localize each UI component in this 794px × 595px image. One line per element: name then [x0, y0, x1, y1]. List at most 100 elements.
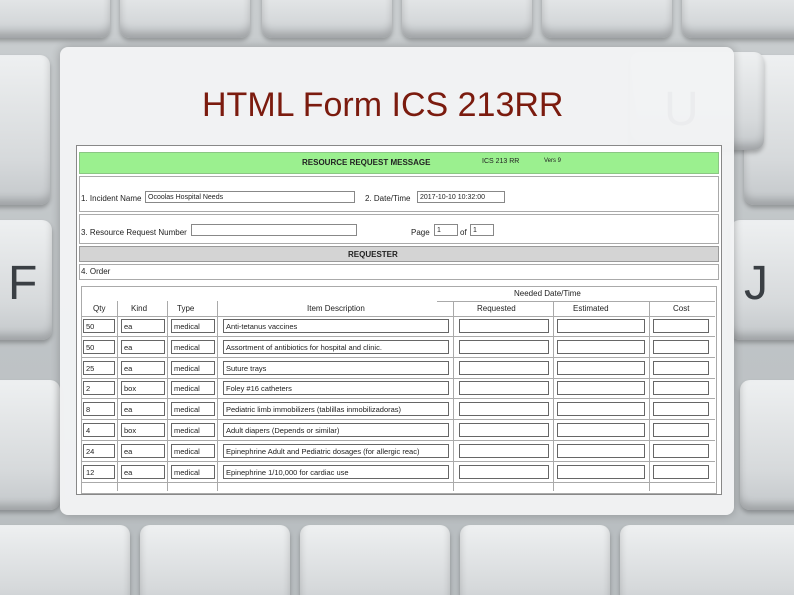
description-cell[interactable]: Adult diapers (Depends or similar): [223, 423, 449, 437]
row-divider: [81, 460, 715, 462]
estimated-cell[interactable]: [557, 423, 645, 437]
date-time-label: 2. Date/Time: [365, 194, 411, 203]
request-number-field[interactable]: [191, 224, 357, 236]
qty-cell[interactable]: 2: [83, 381, 115, 396]
incident-name-label: 1. Incident Name: [81, 194, 142, 203]
keyboard-key: [140, 525, 290, 595]
kind-cell[interactable]: ea: [121, 360, 165, 375]
keyboard-key: [682, 0, 794, 38]
incident-name-field[interactable]: Ocoolas Hospital Needs: [145, 191, 355, 203]
requested-cell[interactable]: [459, 360, 549, 375]
cost-cell[interactable]: [653, 402, 709, 417]
row-divider: [81, 440, 715, 441]
keyboard-key: [0, 0, 110, 38]
col-header-requested: Requested: [477, 304, 516, 313]
estimated-cell[interactable]: [557, 339, 645, 354]
kind-cell[interactable]: box: [121, 381, 165, 396]
order-label: 4. Order: [81, 267, 111, 276]
type-cell[interactable]: medical: [171, 402, 215, 417]
keyboard-key: [740, 380, 794, 510]
col-header-cost: Cost: [673, 304, 690, 313]
page-label: Page: [411, 228, 430, 237]
qty-cell[interactable]: 24: [83, 443, 115, 458]
table-divider: [81, 316, 715, 317]
type-cell[interactable]: medical: [171, 360, 215, 375]
table-divider: [217, 301, 218, 491]
form-header-bar: RESOURCE REQUEST MESSAGE ICS 213 RR Vers…: [79, 152, 719, 174]
cost-cell[interactable]: [653, 464, 709, 479]
col-header-kind: Kind: [131, 304, 148, 313]
requested-cell[interactable]: [459, 443, 549, 458]
table-divider: [649, 301, 650, 491]
row-divider: [81, 336, 715, 337]
type-cell[interactable]: medical: [171, 319, 215, 333]
kind-cell[interactable]: ea: [121, 443, 165, 458]
key-glyph: J: [744, 257, 768, 310]
kind-cell[interactable]: ea: [121, 319, 165, 333]
description-cell[interactable]: Foley #16 catheters: [223, 381, 449, 396]
cost-cell[interactable]: [653, 423, 709, 437]
keyboard-key: [120, 0, 250, 38]
estimated-cell[interactable]: [557, 360, 645, 375]
keyboard-key: [0, 55, 50, 205]
qty-cell[interactable]: 4: [83, 423, 115, 437]
kind-cell[interactable]: ea: [121, 464, 165, 479]
requester-section-header: REQUESTER: [79, 246, 719, 262]
estimated-cell[interactable]: [557, 319, 645, 333]
table-divider: [167, 301, 168, 491]
type-cell[interactable]: medical: [171, 381, 215, 396]
estimated-cell[interactable]: [557, 402, 645, 417]
requested-cell[interactable]: [459, 464, 549, 479]
keyboard-key: [0, 380, 60, 510]
slide-title: HTML Form ICS 213RR: [202, 86, 564, 124]
description-cell[interactable]: Assortment of antibiotics for hospital a…: [223, 339, 449, 354]
keyboard-key: [620, 525, 794, 595]
requested-cell[interactable]: [459, 319, 549, 333]
requested-cell[interactable]: [459, 402, 549, 417]
order-section: [79, 264, 719, 280]
cost-cell[interactable]: [653, 443, 709, 458]
page-current-field[interactable]: 1: [434, 224, 458, 236]
requested-cell[interactable]: [459, 339, 549, 354]
cost-cell[interactable]: [653, 360, 709, 375]
description-cell[interactable]: Anti-tetanus vaccines: [223, 319, 449, 333]
description-cell[interactable]: Pediatric limb immobilizers (tablillas i…: [223, 402, 449, 417]
table-divider: [437, 301, 715, 302]
type-cell[interactable]: medical: [171, 443, 215, 458]
qty-cell[interactable]: 8: [83, 402, 115, 417]
row-divider: [81, 377, 715, 379]
kind-cell[interactable]: ea: [121, 339, 165, 354]
form-id: ICS 213 RR: [482, 158, 520, 165]
keyboard-key-f: F: [0, 220, 52, 340]
keyboard-key-j: J: [730, 220, 794, 340]
keyboard-key: [542, 0, 672, 38]
request-number-label: 3. Resource Request Number: [81, 228, 187, 237]
page-of-label: of: [460, 228, 467, 237]
cost-cell[interactable]: [653, 319, 709, 333]
qty-cell[interactable]: 12: [83, 464, 115, 479]
table-divider: [453, 301, 454, 491]
qty-cell[interactable]: 50: [83, 339, 115, 354]
requested-cell[interactable]: [459, 423, 549, 437]
date-time-field[interactable]: 2017-10-10 10:32:00: [417, 191, 505, 203]
page-total-field[interactable]: 1: [470, 224, 494, 236]
description-cell[interactable]: Suture trays: [223, 360, 449, 375]
estimated-cell[interactable]: [557, 443, 645, 458]
requested-cell[interactable]: [459, 381, 549, 396]
type-cell[interactable]: medical: [171, 423, 215, 437]
kind-cell[interactable]: box: [121, 423, 165, 437]
cost-cell[interactable]: [653, 381, 709, 396]
type-cell[interactable]: medical: [171, 339, 215, 354]
kind-cell[interactable]: ea: [121, 402, 165, 417]
cost-cell[interactable]: [653, 339, 709, 354]
requester-section-title: REQUESTER: [348, 250, 398, 259]
qty-cell[interactable]: 50: [83, 319, 115, 333]
table-divider: [553, 301, 554, 491]
qty-cell[interactable]: 25: [83, 360, 115, 375]
estimated-cell[interactable]: [557, 381, 645, 396]
table-divider: [117, 301, 118, 491]
description-cell[interactable]: Epinephrine 1/10,000 for cardiac use: [223, 464, 449, 479]
description-cell[interactable]: Epinephrine Adult and Pediatric dosages …: [223, 443, 449, 458]
type-cell[interactable]: medical: [171, 464, 215, 479]
estimated-cell[interactable]: [557, 464, 645, 479]
